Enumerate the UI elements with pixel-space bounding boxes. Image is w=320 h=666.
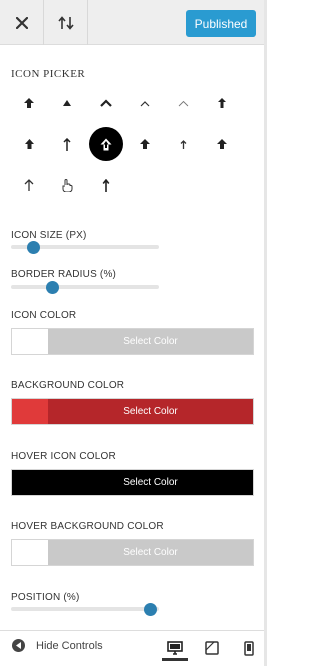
arrow-up-solid-icon[interactable]: [12, 86, 46, 120]
position-slider[interactable]: [11, 603, 159, 616]
icon-picker-title: ICON PICKER: [11, 68, 86, 80]
sort-arrows-icon: [57, 15, 74, 30]
hover-icon-color-picker[interactable]: Select Color: [11, 469, 254, 496]
published-button[interactable]: Published: [186, 10, 256, 37]
icon-color-picker[interactable]: Select Color: [11, 328, 254, 355]
icon-size-slider[interactable]: [11, 241, 159, 254]
arrow-up-block-icon[interactable]: [12, 127, 46, 161]
triangle-up-small-icon[interactable]: [50, 86, 84, 120]
border-radius-slider[interactable]: [11, 281, 159, 294]
background-color-picker[interactable]: Select Color: [11, 398, 254, 425]
desktop-icon: [167, 641, 183, 655]
arrow-up-fat-icon[interactable]: [205, 127, 239, 161]
icon-size-slider-thumb[interactable]: [26, 241, 40, 254]
chevron-up-thin-icon[interactable]: [128, 86, 162, 120]
hover-background-color-select-button[interactable]: Select Color: [48, 540, 253, 565]
background-color-select-button[interactable]: Select Color: [48, 399, 253, 424]
position-slider-thumb[interactable]: [143, 603, 157, 616]
desktop-preview-button[interactable]: [164, 637, 186, 659]
position-label: POSITION (%): [11, 592, 80, 603]
close-icon: [15, 16, 28, 29]
icon-color-swatch[interactable]: [12, 329, 48, 354]
sort-button[interactable]: [44, 0, 88, 45]
mobile-icon: [244, 640, 254, 656]
icon-color-label: ICON COLOR: [11, 310, 77, 321]
mobile-preview-button[interactable]: [238, 637, 260, 659]
hover-background-color-label: HOVER BACKGROUND COLOR: [11, 521, 164, 532]
close-button[interactable]: [0, 0, 44, 45]
scrollbar[interactable]: [264, 0, 267, 666]
background-color-swatch[interactable]: [12, 399, 48, 424]
icon-size-label: ICON SIZE (PX): [11, 230, 87, 241]
top-toolbar: Published: [0, 0, 264, 45]
arrow-up-long-icon[interactable]: [50, 127, 84, 161]
arrow-up-bar-icon[interactable]: [89, 168, 123, 202]
bottom-bar: Hide Controls: [0, 630, 264, 666]
border-radius-slider-thumb[interactable]: [45, 281, 59, 294]
hover-icon-color-select-button[interactable]: Select Color: [48, 470, 253, 495]
tablet-preview-button[interactable]: [201, 637, 223, 659]
arrow-up-circle-icon[interactable]: [89, 127, 123, 161]
border-radius-label: BORDER RADIUS (%): [11, 269, 117, 280]
icon-color-select-button[interactable]: Select Color: [48, 329, 253, 354]
arrow-up-small-icon[interactable]: [205, 86, 239, 120]
hide-controls-button[interactable]: Hide Controls: [12, 639, 103, 652]
arrow-up-line-icon[interactable]: [12, 168, 46, 202]
hover-icon-color-swatch[interactable]: [12, 470, 48, 495]
background-color-label: BACKGROUND COLOR: [11, 380, 125, 391]
collapse-left-icon: [12, 639, 25, 652]
chevron-up-bold-icon[interactable]: [89, 86, 123, 120]
chevron-up-light-icon[interactable]: [166, 86, 200, 120]
tablet-icon: [205, 641, 219, 655]
hide-controls-label: Hide Controls: [36, 639, 103, 652]
hover-icon-color-label: HOVER ICON COLOR: [11, 451, 116, 462]
hand-pointing-up-icon[interactable]: [50, 168, 84, 202]
arrow-up-bold-icon[interactable]: [128, 127, 162, 161]
active-device-indicator: [162, 658, 188, 661]
hover-background-color-picker[interactable]: Select Color: [11, 539, 254, 566]
arrow-up-narrow-icon[interactable]: [166, 127, 200, 161]
hover-background-color-swatch[interactable]: [12, 540, 48, 565]
